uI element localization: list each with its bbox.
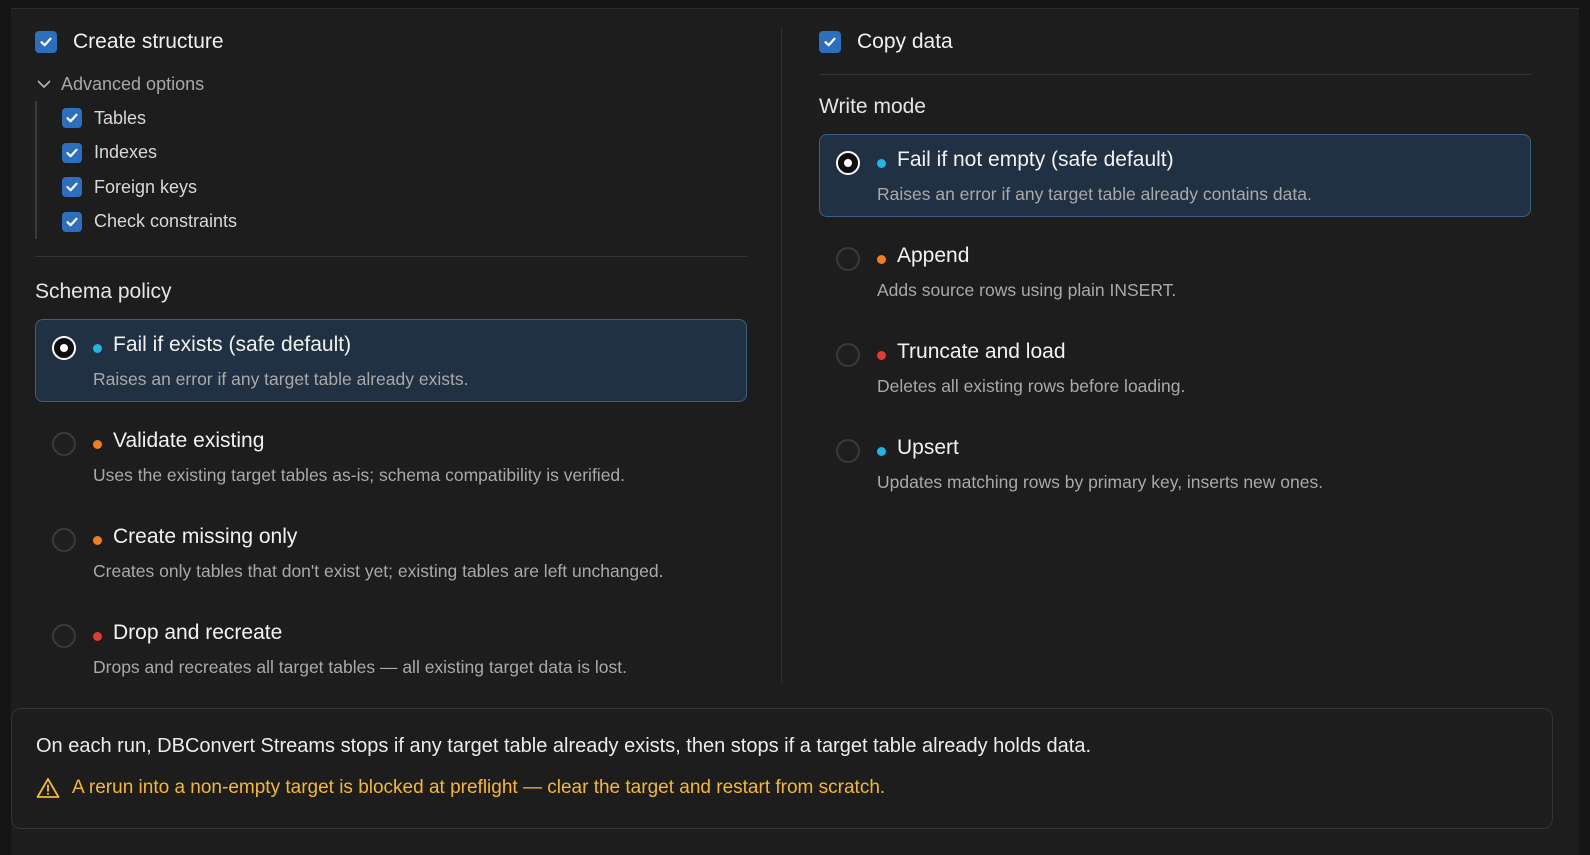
option-description: Deletes all existing rows before loading… <box>877 376 1186 396</box>
write-option-upsert[interactable]: Upsert Updates matching rows by primary … <box>819 422 1531 505</box>
option-description: Raises an error if any target table alre… <box>93 369 469 389</box>
structure-column: Create structure Advanced options Tables… <box>35 9 747 690</box>
safe-indicator-dot <box>877 159 886 168</box>
divider <box>35 256 747 257</box>
option-title: Validate existing <box>113 429 265 452</box>
divider <box>819 74 1531 75</box>
option-title: Create missing only <box>113 525 298 548</box>
schema-policy-heading: Schema policy <box>35 280 172 303</box>
schema-option-create-missing-only[interactable]: Create missing only Creates only tables … <box>35 511 747 594</box>
write-mode-heading: Write mode <box>819 95 926 118</box>
summary-box: On each run, DBConvert Streams stops if … <box>11 708 1553 829</box>
option-tables[interactable]: Tables <box>62 101 747 136</box>
radio-button[interactable] <box>836 343 860 367</box>
copy-data-checkbox[interactable] <box>819 31 841 53</box>
chevron-down-icon <box>37 80 51 88</box>
option-description: Updates matching rows by primary key, in… <box>877 472 1324 492</box>
schema-option-validate-existing[interactable]: Validate existing Uses the existing targ… <box>35 415 747 498</box>
tables-checkbox[interactable] <box>62 108 82 129</box>
warning-triangle-icon <box>36 778 60 798</box>
option-title: Append <box>897 244 970 267</box>
warn-indicator-dot <box>93 536 102 545</box>
warn-indicator-dot <box>93 440 102 449</box>
advanced-options-label: Advanced options <box>61 73 205 94</box>
option-title: Upsert <box>897 436 959 459</box>
check-icon <box>66 182 78 192</box>
radio-button[interactable] <box>52 528 76 552</box>
radio-button[interactable] <box>52 624 76 648</box>
radio-button[interactable] <box>52 432 76 456</box>
option-indexes[interactable]: Indexes <box>62 136 747 171</box>
summary-text: On each run, DBConvert Streams stops if … <box>36 735 1092 757</box>
advanced-options-toggle[interactable]: Advanced options <box>35 73 747 95</box>
data-column: Copy data Write mode Fail if not empty (… <box>819 9 1531 505</box>
write-mode-options: Fail if not empty (safe default) Raises … <box>819 134 1531 505</box>
copy-data-label: Copy data <box>857 30 953 53</box>
check-icon <box>66 217 78 227</box>
option-description: Drops and recreates all target tables — … <box>93 657 628 677</box>
schema-option-fail-if-exists[interactable]: Fail if exists (safe default) Raises an … <box>35 319 747 402</box>
safe-indicator-dot <box>93 344 102 353</box>
create-structure-label: Create structure <box>73 30 224 53</box>
column-divider <box>781 27 782 683</box>
option-description: Creates only tables that don't exist yet… <box>93 561 664 581</box>
option-description: Raises an error if any target table alre… <box>877 184 1312 204</box>
radio-button[interactable] <box>836 247 860 271</box>
write-option-append[interactable]: Append Adds source rows using plain INSE… <box>819 230 1531 313</box>
foreign-keys-checkbox[interactable] <box>62 177 82 198</box>
option-title: Truncate and load <box>897 340 1066 363</box>
option-foreign-keys[interactable]: Foreign keys <box>62 170 747 205</box>
create-structure-header[interactable]: Create structure <box>35 27 747 57</box>
summary-warning: A rerun into a non-empty target is block… <box>36 777 885 799</box>
foreign-keys-label: Foreign keys <box>94 176 198 197</box>
copy-data-header[interactable]: Copy data <box>819 27 1531 57</box>
danger-indicator-dot <box>877 351 886 360</box>
check-constraints-label: Check constraints <box>94 211 238 232</box>
option-title: Fail if not empty (safe default) <box>897 148 1174 171</box>
radio-button[interactable] <box>836 439 860 463</box>
safe-indicator-dot <box>877 447 886 456</box>
write-option-fail-if-not-empty[interactable]: Fail if not empty (safe default) Raises … <box>819 134 1531 217</box>
check-icon <box>40 37 52 47</box>
radio-button[interactable] <box>52 336 76 360</box>
migration-settings-panel: Create structure Advanced options Tables… <box>11 8 1579 855</box>
warning-text: A rerun into a non-empty target is block… <box>72 777 886 798</box>
write-option-truncate-and-load[interactable]: Truncate and load Deletes all existing r… <box>819 326 1531 409</box>
option-check-constraints[interactable]: Check constraints <box>62 205 747 240</box>
option-title: Drop and recreate <box>113 621 283 644</box>
check-icon <box>66 148 78 158</box>
schema-option-drop-and-recreate[interactable]: Drop and recreate Drops and recreates al… <box>35 607 747 690</box>
indexes-checkbox[interactable] <box>62 142 82 163</box>
check-icon <box>66 113 78 123</box>
radio-button[interactable] <box>836 151 860 175</box>
option-description: Uses the existing target tables as-is; s… <box>93 465 626 485</box>
schema-policy-options: Fail if exists (safe default) Raises an … <box>35 319 747 690</box>
option-title: Fail if exists (safe default) <box>113 333 352 356</box>
danger-indicator-dot <box>93 632 102 641</box>
indexes-label: Indexes <box>94 142 158 163</box>
check-icon <box>824 37 836 47</box>
create-structure-checkbox[interactable] <box>35 31 57 53</box>
tables-label: Tables <box>94 107 147 128</box>
option-description: Adds source rows using plain INSERT. <box>877 280 1177 300</box>
check-constraints-checkbox[interactable] <box>62 211 82 232</box>
warn-indicator-dot <box>877 255 886 264</box>
advanced-options-list: Tables Indexes Foreign keys Check constr… <box>35 101 747 239</box>
